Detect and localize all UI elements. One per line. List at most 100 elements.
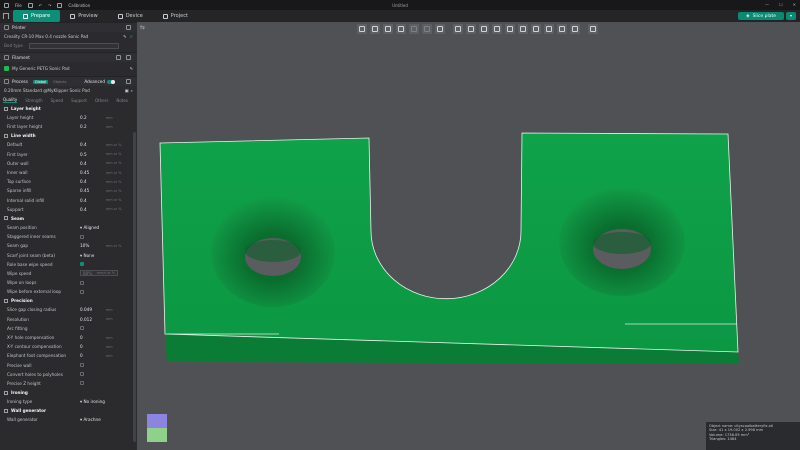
bed-type-select[interactable] xyxy=(28,42,119,49)
redo-icon[interactable]: ↷ xyxy=(48,3,51,8)
filament-section-header[interactable]: Filament xyxy=(0,52,137,62)
value[interactable]: 0.2 xyxy=(80,115,106,120)
setting-wall-gen[interactable]: Wall generator ▾ Arachne xyxy=(0,415,137,424)
tab-device[interactable]: Device xyxy=(108,10,153,22)
3d-viewport[interactable]: ⇆ Object name: cityscoolbatteryfix.stl S… xyxy=(137,22,800,450)
setting-seam-position[interactable]: Seam position ▾ Aligned xyxy=(0,223,137,232)
value[interactable]: 0.4 xyxy=(80,179,106,184)
value[interactable]: 10% xyxy=(80,243,106,248)
checkbox-checked[interactable] xyxy=(80,262,84,267)
add-filament-icon[interactable] xyxy=(116,55,121,60)
checkbox[interactable] xyxy=(80,289,84,294)
checkbox[interactable] xyxy=(80,234,84,239)
value[interactable]: 0 xyxy=(80,335,106,340)
edit-printer-icon[interactable]: ✎ xyxy=(123,34,127,39)
value[interactable]: 0.2 xyxy=(80,124,106,129)
panel-scrollbar[interactable] xyxy=(133,132,136,442)
value[interactable]: 0.4 xyxy=(80,142,106,147)
edit-filament-icon[interactable]: ✎ xyxy=(129,66,133,71)
value[interactable]: 0.012 xyxy=(80,317,106,322)
close-icon[interactable]: ✕ xyxy=(793,2,796,7)
setting-precise-z[interactable]: Precise Z height xyxy=(0,379,137,388)
setting-wipe-before-ext[interactable]: Wipe before external loop xyxy=(0,287,137,296)
printer-section-header[interactable]: Printer xyxy=(0,22,137,32)
minimize-icon[interactable]: — xyxy=(765,2,769,7)
save-icon[interactable] xyxy=(27,2,33,8)
value[interactable]: 0.45 xyxy=(80,188,106,193)
checkbox[interactable] xyxy=(80,381,84,386)
setting-arc-fitting[interactable]: Arc fitting xyxy=(0,324,137,333)
remove-filament-icon[interactable] xyxy=(126,55,131,60)
tab-support[interactable]: Support xyxy=(71,98,87,103)
maximize-icon[interactable]: ☐ xyxy=(779,2,783,7)
value[interactable]: 0.4 xyxy=(80,207,106,212)
printer-settings-icon[interactable] xyxy=(126,25,131,30)
model-render[interactable] xyxy=(137,22,800,450)
setting-lw-inner-wall[interactable]: Inner wall 0.45 mm or % xyxy=(0,168,137,177)
setting-lw-top-surface[interactable]: Top surface 0.4 mm or % xyxy=(0,177,137,186)
process-profile-select[interactable]: 0.20mm Standard @MyKlipper Sonic Pad ▣ ⌕ xyxy=(0,86,137,95)
tab-project[interactable]: Project xyxy=(153,10,198,22)
setting-lw-support[interactable]: Support 0.4 mm or % xyxy=(0,205,137,214)
orientation-cube[interactable] xyxy=(147,414,167,442)
setting-wipe-speed[interactable]: Wipe speed 80% mm/s or % xyxy=(0,269,137,278)
value[interactable]: 0.5 xyxy=(80,152,106,157)
checkbox[interactable] xyxy=(80,326,84,331)
setting-lw-first-layer[interactable]: First layer 0.5 mm or % xyxy=(0,150,137,159)
objects-toggle[interactable]: Objects xyxy=(53,80,66,84)
checkbox[interactable] xyxy=(80,280,84,285)
setting-elephant-foot[interactable]: Elephant foot compensation 0 mm xyxy=(0,351,137,360)
calibration-menu[interactable]: Calibration xyxy=(68,3,90,8)
tab-strength[interactable]: Strength xyxy=(25,98,42,103)
setting-lw-internal-solid[interactable]: Internal solid infill 0.4 mm or % xyxy=(0,196,137,205)
wipe-speed-input[interactable]: 80% mm/s or % xyxy=(80,270,118,277)
setting-layer-height[interactable]: Layer height 0.2 mm xyxy=(0,113,137,122)
setting-convert-holes[interactable]: Convert holes to polyholes xyxy=(0,370,137,379)
setting-resolution[interactable]: Resolution 0.012 mm xyxy=(0,315,137,324)
save-profile-icon[interactable]: ▣ xyxy=(125,88,129,93)
wall-gen-select[interactable]: ▾ Arachne xyxy=(80,417,120,422)
setting-ironing-type[interactable]: Ironing type ▾ No ironing xyxy=(0,397,137,406)
global-toggle[interactable]: Global xyxy=(32,79,49,84)
setting-first-layer-height[interactable]: First layer height 0.2 mm xyxy=(0,122,137,131)
value[interactable]: 0 xyxy=(80,344,106,349)
setting-scarf-joint[interactable]: Scarf joint seam (beta) ▾ None xyxy=(0,250,137,259)
undo-icon[interactable]: ↶ xyxy=(39,3,42,8)
setting-slice-gap[interactable]: Slice gap closing radius 0.049 mm xyxy=(0,305,137,314)
seam-position-select[interactable]: ▾ Aligned xyxy=(80,225,106,230)
process-section-header[interactable]: Process Global Objects Advanced xyxy=(0,76,137,86)
setting-lw-outer-wall[interactable]: Outer wall 0.4 mm or % xyxy=(0,159,137,168)
setting-lw-default[interactable]: Default 0.4 mm or % xyxy=(0,140,137,149)
wifi-icon[interactable]: ≋ xyxy=(129,34,133,39)
process-compare-icon[interactable] xyxy=(126,79,131,84)
setting-lw-sparse-infill[interactable]: Sparse infill 0.45 mm or % xyxy=(0,186,137,195)
setting-precise-wall[interactable]: Precise wall xyxy=(0,361,137,370)
scarf-joint-select[interactable]: ▾ None xyxy=(80,253,106,258)
search-icon[interactable]: ⌕ xyxy=(131,88,133,93)
tab-prepare[interactable]: Prepare xyxy=(13,10,61,22)
checkbox[interactable] xyxy=(80,363,84,368)
value[interactable]: 0.4 xyxy=(80,198,106,203)
setting-xy-contour[interactable]: X-Y contour compensation 0 mm xyxy=(0,342,137,351)
file-menu[interactable]: File xyxy=(15,3,22,8)
tab-preview[interactable]: Preview xyxy=(60,10,107,22)
tab-speed[interactable]: Speed xyxy=(51,98,64,103)
value[interactable]: 0.4 xyxy=(80,161,106,166)
filament-select[interactable]: My Generic PETG Sonic Pad ✎ xyxy=(0,64,137,73)
tab-quality[interactable]: Quality xyxy=(3,97,18,103)
printer-select[interactable]: Creality CR-10 Max 0.4 nozzle Sonic Pad … xyxy=(0,32,137,41)
setting-staggered-inner[interactable]: Staggered inner seams xyxy=(0,232,137,241)
filament-color-swatch[interactable] xyxy=(4,66,9,71)
checkbox[interactable] xyxy=(80,372,84,377)
setting-role-base-wipe[interactable]: Role base wipe speed xyxy=(0,260,137,269)
tab-others[interactable]: Others xyxy=(95,98,108,103)
slice-dropdown-button[interactable]: ▾ xyxy=(786,12,796,20)
home-icon[interactable] xyxy=(3,13,9,19)
value[interactable]: 0 xyxy=(80,353,106,358)
setting-xy-hole[interactable]: X-Y hole compensation 0 mm xyxy=(0,333,137,342)
advanced-toggle[interactable] xyxy=(107,79,115,84)
value[interactable]: 0.049 xyxy=(80,307,106,312)
tab-notes[interactable]: Notes xyxy=(116,98,128,103)
setting-wipe-on-loops[interactable]: Wipe on loops xyxy=(0,278,137,287)
value[interactable]: 0.45 xyxy=(80,170,106,175)
